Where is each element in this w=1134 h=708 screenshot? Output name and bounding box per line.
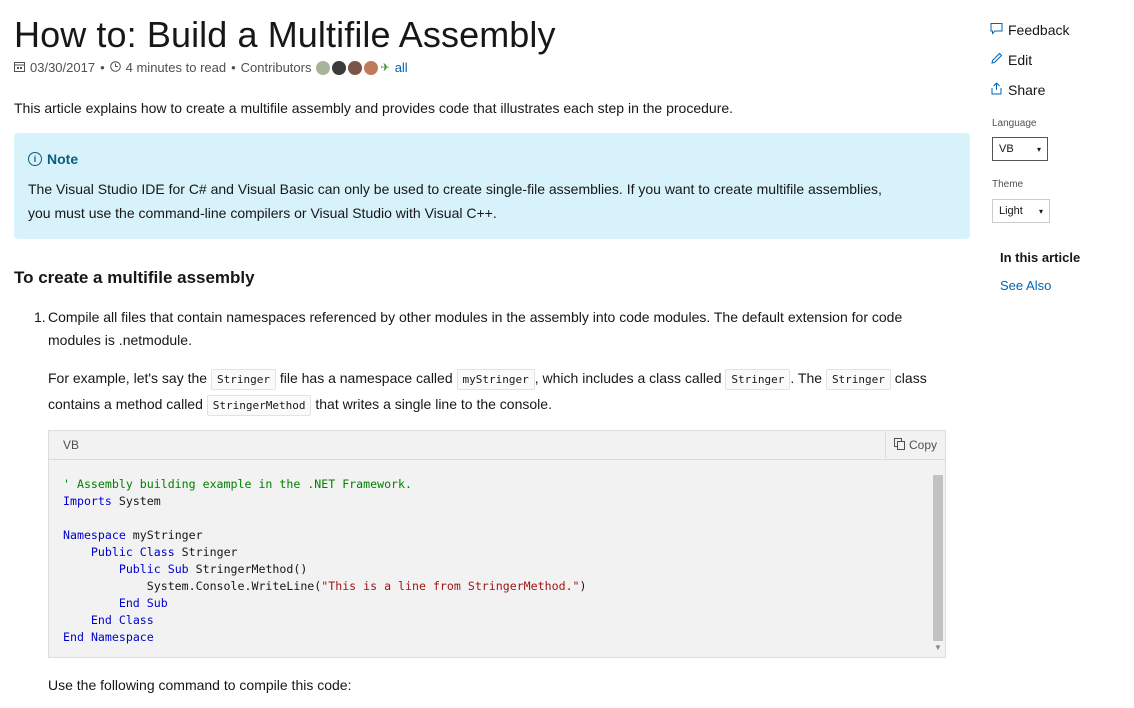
inline-code: Stringer (210, 369, 276, 390)
theme-select[interactable]: Light ▾ (992, 199, 1050, 223)
feedback-icon (990, 22, 1003, 38)
step-number: 1. (34, 309, 46, 325)
inline-code: myStringer (456, 369, 535, 390)
article-meta: 03/30/2017 • 4 minutes to read • Contrib… (14, 60, 408, 75)
all-contributors-link[interactable]: all (395, 60, 408, 75)
chevron-down-icon: ▾ (1036, 144, 1041, 154)
inline-code: Stringer (825, 369, 891, 390)
avatar[interactable] (316, 60, 331, 75)
step-text: Compile all files that contain namespace… (48, 309, 903, 348)
language-label: Language (992, 118, 1037, 129)
code-content: ' Assembly building example in the .NET … (63, 477, 587, 644)
read-time: 4 minutes to read (125, 60, 227, 75)
inline-code: Stringer (725, 369, 791, 390)
intro-paragraph: This article explains how to create a mu… (14, 100, 734, 116)
code-block: VB Copy ' Assembly building example in t… (48, 430, 946, 658)
toc-title: In this article (1000, 250, 1081, 265)
info-icon: i (28, 152, 42, 166)
page-title: How to: Build a Multifile Assembly (14, 14, 556, 55)
scroll-down-icon[interactable]: ▼ (933, 643, 943, 653)
note-heading: i Note (28, 151, 956, 167)
inline-code: StringerMethod (206, 395, 312, 416)
article-date: 03/30/2017 (30, 60, 96, 75)
calendar-icon (14, 61, 25, 75)
contributors-label: Contributors (240, 60, 312, 75)
language-select[interactable]: VB ▾ (992, 137, 1048, 161)
copy-icon (893, 437, 906, 453)
avatar[interactable] (348, 60, 363, 75)
share-link[interactable]: Share (990, 82, 1045, 98)
code-scrollbar[interactable] (933, 475, 943, 641)
note-callout: i Note The Visual Studio IDE for C# and … (14, 133, 970, 239)
note-body: The Visual Studio IDE for C# and Visual … (28, 181, 882, 221)
code-language-label: VB (63, 438, 80, 452)
example-paragraph: For example, let's say the Stringer file… (48, 366, 938, 418)
bird-avatar-icon[interactable]: ✈ (380, 61, 389, 74)
contributor-avatars: ✈ (316, 60, 390, 75)
code-block-header: VB Copy (49, 431, 945, 460)
edit-link[interactable]: Edit (990, 52, 1032, 68)
chevron-down-icon: ▾ (1038, 206, 1043, 216)
copy-button[interactable]: Copy (884, 432, 945, 458)
section-heading: To create a multifile assembly (14, 268, 255, 287)
theme-label: Theme (992, 179, 1024, 190)
clock-icon (109, 60, 121, 75)
toc-link-see-also[interactable]: See Also (1000, 278, 1051, 293)
avatar[interactable] (332, 60, 347, 75)
share-icon (990, 82, 1003, 98)
after-code-paragraph: Use the following command to compile thi… (48, 677, 352, 693)
feedback-link[interactable]: Feedback (990, 22, 1069, 38)
pencil-icon (990, 52, 1003, 68)
avatar[interactable] (364, 60, 379, 75)
